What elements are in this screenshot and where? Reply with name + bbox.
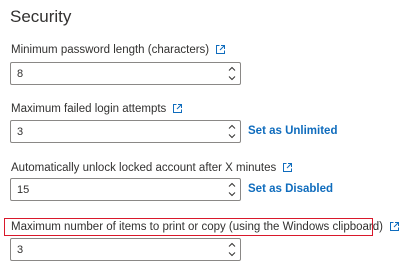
auto-unlock-label: Automatically unlock locked account afte… bbox=[11, 162, 293, 174]
auto-unlock-label-text: Automatically unlock locked account afte… bbox=[11, 162, 277, 174]
stepper-arrows bbox=[226, 179, 238, 200]
stepper-arrows bbox=[226, 239, 238, 260]
open-in-new-window-icon[interactable] bbox=[389, 221, 400, 232]
max-print-copy-input[interactable] bbox=[11, 239, 227, 260]
auto-unlock-stepper[interactable] bbox=[10, 178, 241, 201]
max-print-copy-label: Maximum number of items to print or copy… bbox=[11, 221, 400, 233]
chevron-up-icon[interactable] bbox=[226, 179, 238, 189]
stepper-arrows bbox=[226, 63, 238, 84]
min-password-length-label: Minimum password length (characters) bbox=[11, 44, 226, 56]
max-failed-logins-label-text: Maximum failed login attempts bbox=[11, 103, 167, 115]
max-failed-logins-stepper[interactable] bbox=[10, 120, 241, 143]
min-password-length-label-text: Minimum password length (characters) bbox=[11, 44, 210, 56]
chevron-up-icon[interactable] bbox=[226, 239, 238, 249]
chevron-down-icon[interactable] bbox=[226, 73, 238, 83]
chevron-up-icon[interactable] bbox=[226, 121, 238, 131]
open-in-new-window-icon[interactable] bbox=[215, 44, 226, 55]
chevron-down-icon[interactable] bbox=[226, 131, 238, 141]
open-in-new-window-icon[interactable] bbox=[172, 103, 183, 114]
auto-unlock-input[interactable] bbox=[11, 179, 227, 200]
set-disabled-link[interactable]: Set as Disabled bbox=[248, 183, 333, 195]
max-failed-logins-input[interactable] bbox=[11, 121, 227, 142]
max-print-copy-label-text: Maximum number of items to print or copy… bbox=[11, 221, 383, 233]
chevron-down-icon[interactable] bbox=[226, 189, 238, 199]
page-title: Security bbox=[10, 7, 72, 26]
min-password-length-input[interactable] bbox=[11, 63, 227, 84]
max-print-copy-stepper[interactable] bbox=[10, 238, 241, 261]
chevron-up-icon[interactable] bbox=[226, 63, 238, 73]
chevron-down-icon[interactable] bbox=[226, 249, 238, 259]
max-failed-logins-label: Maximum failed login attempts bbox=[11, 103, 183, 115]
set-unlimited-link[interactable]: Set as Unlimited bbox=[248, 125, 337, 137]
min-password-length-stepper[interactable] bbox=[10, 62, 241, 85]
open-in-new-window-icon[interactable] bbox=[282, 162, 293, 173]
stepper-arrows bbox=[226, 121, 238, 142]
